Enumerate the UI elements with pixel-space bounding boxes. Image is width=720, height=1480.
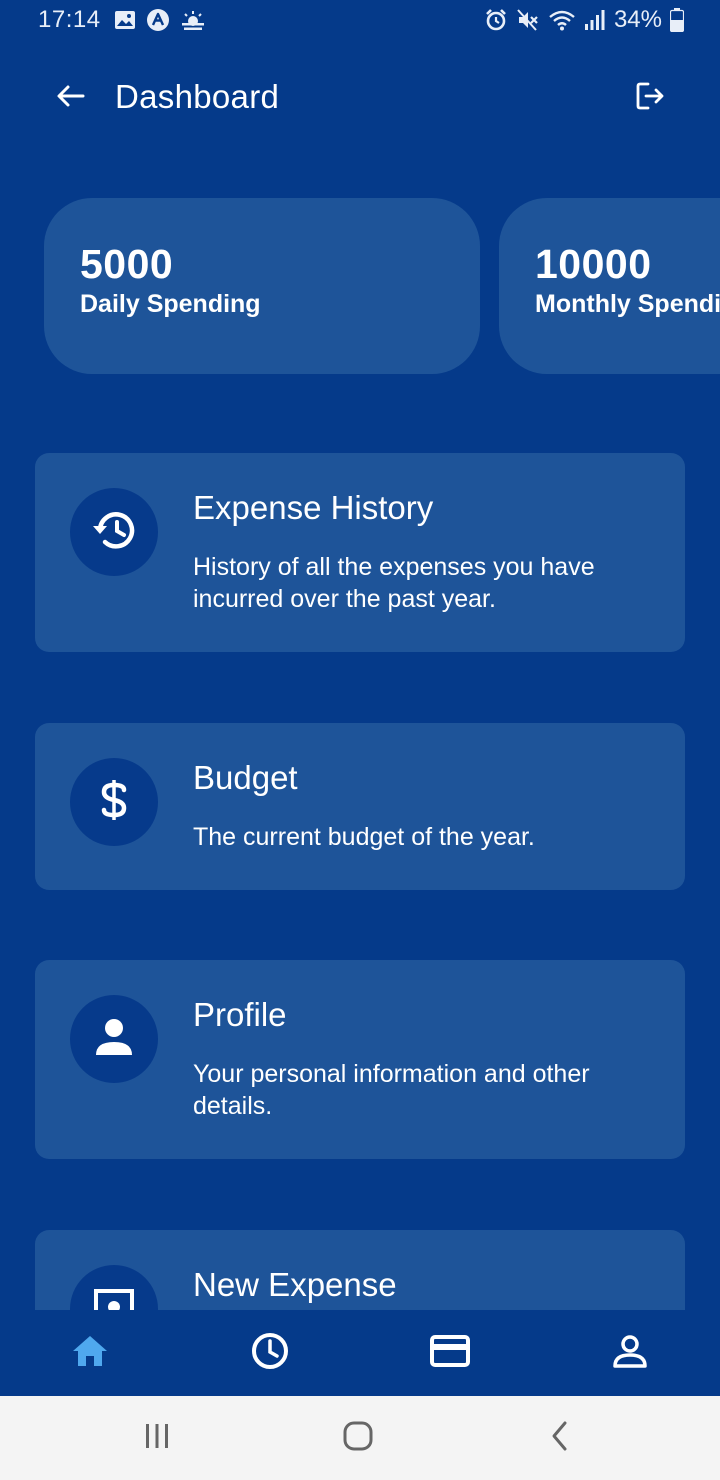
recent-apps-button[interactable] [127,1416,187,1460]
new-expense-title: New Expense [193,1266,397,1303]
profile-description: Your personal information and other deta… [193,1060,590,1120]
new-expense-icon-circle [70,1265,158,1310]
home-system-button[interactable] [328,1416,388,1460]
history-icon [91,509,137,556]
new-expense-card[interactable]: New Expense [35,1230,685,1310]
clock-icon [250,1331,290,1376]
budget-description: The current budget of the year. [193,823,535,851]
card-icon [430,1334,470,1372]
chevron-left-icon [549,1420,571,1457]
budget-card[interactable]: Budget The current budget of the year. [35,723,685,890]
profile-title: Profile [193,996,287,1033]
budget-title: Budget [193,759,298,796]
profile-icon-circle [70,995,158,1083]
expense-history-icon-circle [70,488,158,576]
account-icon [612,1333,648,1374]
home-icon [71,1334,109,1373]
budget-icon-circle [70,758,158,846]
nav-home[interactable] [50,1328,130,1378]
nav-account[interactable] [590,1328,670,1378]
home-square-icon [342,1420,374,1457]
expense-history-card[interactable]: Expense History History of all the expen… [35,453,685,652]
menu-list: Expense History History of all the expen… [0,0,720,1310]
nav-cards[interactable] [410,1328,490,1378]
person-icon [94,1017,134,1062]
dollar-icon [99,778,129,827]
expense-history-title: Expense History [193,489,434,526]
expense-history-description: History of all the expenses you have inc… [193,553,595,613]
receipt-icon [94,1287,134,1310]
profile-card[interactable]: Profile Your personal information and ot… [35,960,685,1159]
system-back-button[interactable] [530,1416,590,1460]
system-navigation-bar [0,1396,720,1480]
nav-history[interactable] [230,1328,310,1378]
bottom-navigation [0,1310,720,1396]
recent-apps-icon [142,1422,172,1455]
